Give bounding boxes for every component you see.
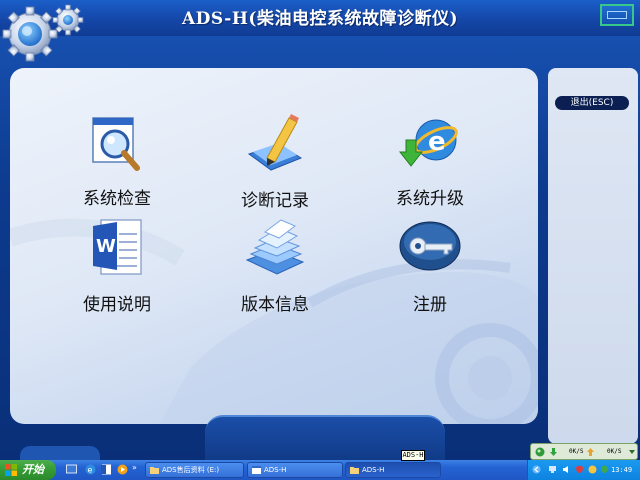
widget-menu-icon[interactable] [628,447,636,457]
shield-tray-icon[interactable] [600,465,609,474]
start-label: 开始 [22,463,44,476]
folder-icon [350,467,359,474]
taskbar: 开始 e » ADS售后资料 (E:) ADS-H ADS-H 13:49 [0,460,640,480]
taskbar-item[interactable]: ADS-H [247,462,343,478]
tray-arrow-icon[interactable] [532,465,541,474]
word-document-icon: W [93,219,142,275]
tile-label: 系统升级 [396,189,464,209]
title-bar: ADS-H(柴油电控系统故障诊断仪) [0,0,640,36]
svg-text:e: e [88,466,93,475]
app-window: ADS-H(柴油电控系统故障诊断仪) 系统检查 诊断记录 e 系统升级 W 使用… [0,0,640,460]
taskbar-item-label: ADS-H [264,466,287,474]
taskbar-tooltip: ADS-H [401,450,425,461]
download-speed: 0K/S [569,448,584,455]
volume-tray-icon[interactable] [562,465,571,474]
pencil-notepad-icon [247,114,303,171]
document-stack-icon [245,219,305,275]
clock: 13:49 [611,466,633,474]
taskbar-item[interactable]: ADS售后资料 (E:) [145,462,244,478]
side-panel: 退出(ESC) [548,68,638,444]
register-tile[interactable]: 注册 [370,218,490,318]
taskbar-item-label: ADS售后资料 (E:) [162,466,220,474]
app-window-icon [252,466,261,474]
network-globe-icon [535,447,545,457]
start-button[interactable]: 开始 [0,460,56,480]
tile-label: 注册 [413,295,447,315]
user-manual-tile[interactable]: W 使用说明 [57,218,177,318]
minimize-window-button[interactable] [600,4,634,26]
system-check-tile[interactable]: 系统检查 [57,114,177,214]
system-upgrade-tile[interactable]: e 系统升级 [370,114,490,214]
tile-label: 诊断记录 [241,191,309,211]
network-tray-icon[interactable] [548,465,557,474]
update-tray-icon[interactable] [588,465,597,474]
download-arrow-icon [550,448,557,456]
security-tray-icon[interactable] [575,465,584,474]
upload-arrow-icon [587,448,594,456]
gears-logo-icon [2,4,84,62]
media-player-icon[interactable] [117,464,128,475]
taskbar-item-active[interactable]: ADS-H [345,462,441,478]
tile-label: 版本信息 [241,295,309,315]
tile-label: 使用说明 [83,295,151,315]
version-info-tile[interactable]: 版本信息 [215,218,335,318]
network-speed-widget: 0K/S 0K/S [530,443,638,460]
window-title: ADS-H(柴油电控系统故障诊断仪) [181,9,459,29]
show-desktop-icon[interactable] [66,464,77,475]
folder-icon [150,467,159,474]
svg-text:W: W [96,236,116,257]
main-menu-panel: 系统检查 诊断记录 e 系统升级 W 使用说明 版本信息 注册 [10,68,538,424]
taskbar-item-label: ADS-H [362,466,385,474]
quicklaunch-more-chevron[interactable]: » [132,462,137,474]
upload-speed: 0K/S [607,448,622,455]
word-quicklaunch-icon[interactable] [101,464,112,475]
download-upgrade-icon: e [398,119,458,167]
exit-button[interactable]: 退出(ESC) [555,96,629,110]
internet-explorer-icon[interactable]: e [85,464,96,475]
diagnosis-record-tile[interactable]: 诊断记录 [215,114,335,214]
svg-text:e: e [428,127,446,157]
magnifier-search-icon [92,117,140,171]
key-icon [399,221,461,271]
tile-label: 系统检查 [83,189,151,209]
windows-flag-icon [5,464,17,476]
bottom-left-tab [20,446,100,460]
